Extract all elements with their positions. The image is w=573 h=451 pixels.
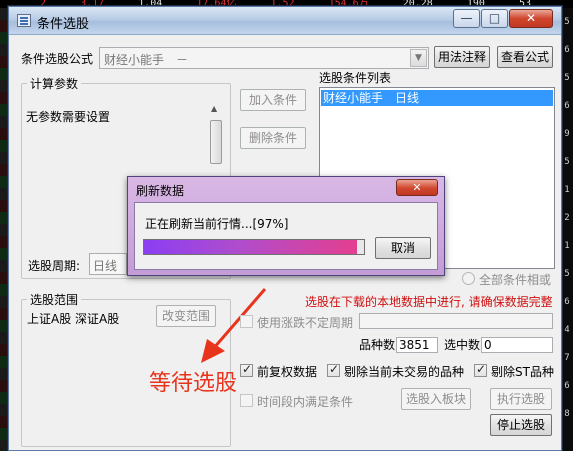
exclude-untraded-label: 剔除当前未交易的品种 bbox=[344, 365, 465, 379]
exclude-untraded-checkbox[interactable] bbox=[327, 362, 340, 377]
stop-selection-button[interactable]: 停止选股 bbox=[490, 414, 552, 436]
list-item[interactable]: 财经小能手 日线 bbox=[321, 90, 553, 106]
progress-fill bbox=[144, 240, 358, 254]
forward-adjusted-checkbox[interactable] bbox=[240, 362, 253, 377]
time-period-checkbox[interactable] bbox=[240, 394, 253, 407]
chevron-down-icon[interactable]: ▼ bbox=[410, 49, 427, 67]
edge-digit: 6 bbox=[564, 297, 570, 307]
uncertain-period-label: 使用涨跌不定周期 bbox=[257, 316, 354, 330]
background-right-edge: 5 6 5 6 9 5 1 2 1 5 6 4 7 6 8 bbox=[561, 8, 573, 451]
range-value: 上证A股 深证A股 bbox=[27, 312, 120, 326]
edge-digit: 5 bbox=[564, 17, 570, 27]
refresh-progress-bar bbox=[143, 239, 365, 255]
edge-digit: 6 bbox=[564, 381, 570, 391]
params-group-title: 计算参数 bbox=[27, 75, 82, 92]
dialog-close-button[interactable]: ✕ bbox=[396, 179, 438, 196]
edge-digit: 5 bbox=[564, 269, 570, 279]
cancel-button[interactable]: 取消 bbox=[375, 237, 431, 259]
edge-digit: 6 bbox=[564, 101, 570, 111]
formula-select-value: 财经小能手 － bbox=[104, 53, 189, 67]
data-notice: 选股在下载的本地数据中进行, 请确保数据完整 bbox=[305, 295, 553, 309]
close-button[interactable]: ✕ bbox=[509, 9, 553, 28]
exclude-st-checkbox[interactable] bbox=[474, 362, 487, 377]
window-controls: — □ ✕ bbox=[452, 9, 553, 29]
add-to-block-button[interactable]: 选股入板块 bbox=[401, 388, 471, 410]
match-any-radio[interactable] bbox=[462, 272, 475, 285]
background-left-edge bbox=[0, 8, 8, 451]
selected-count-value: 0 bbox=[481, 337, 553, 353]
add-condition-button[interactable]: 加入条件 bbox=[240, 89, 306, 111]
annotation-text: 等待选股 bbox=[149, 371, 238, 396]
dialog-title: 刷新数据 bbox=[136, 184, 185, 198]
variety-count-label: 品种数 bbox=[359, 338, 396, 352]
variety-count-value: 3851 bbox=[396, 337, 438, 353]
edge-digit: 4 bbox=[564, 325, 570, 335]
minimize-button[interactable]: — bbox=[453, 9, 480, 28]
match-any-label: 全部条件相或 bbox=[479, 273, 552, 287]
range-group-title: 选股范围 bbox=[27, 291, 82, 308]
refresh-status-text: 正在刷新当前行情...[97%] bbox=[145, 217, 289, 231]
edge-digit: 1 bbox=[564, 185, 570, 195]
formula-select[interactable]: 财经小能手 － ▼ bbox=[99, 47, 429, 69]
scroll-up-icon[interactable]: ▲ bbox=[211, 104, 217, 113]
scroll-thumb[interactable] bbox=[210, 120, 222, 164]
window-title: 条件选股 bbox=[37, 17, 90, 32]
uncertain-period-input[interactable] bbox=[359, 313, 553, 329]
edge-digit: 1 bbox=[564, 241, 570, 251]
view-formula-button[interactable]: 查看公式 bbox=[497, 46, 553, 68]
edge-digit: 7 bbox=[564, 353, 570, 363]
exclude-st-label: 剔除ST品种 bbox=[491, 365, 554, 379]
usage-notes-button[interactable]: 用法注释 bbox=[434, 46, 490, 68]
edge-digit: 8 bbox=[564, 409, 570, 419]
edge-digit: 6 bbox=[564, 45, 570, 55]
params-text: 无参数需要设置 bbox=[26, 110, 111, 124]
period-label: 选股周期: bbox=[28, 259, 81, 273]
forward-adjusted-label: 前复权数据 bbox=[257, 365, 318, 379]
uncertain-period-checkbox[interactable] bbox=[240, 315, 253, 328]
delete-condition-button[interactable]: 删除条件 bbox=[240, 127, 306, 149]
app-window-icon bbox=[17, 14, 31, 27]
period-select[interactable]: 日线 bbox=[89, 253, 127, 275]
edge-digit: 2 bbox=[564, 213, 570, 223]
edge-digit: 5 bbox=[564, 73, 570, 83]
dialog-body: 正在刷新当前行情...[97%] 取消 bbox=[134, 202, 438, 270]
edge-digit: 9 bbox=[564, 129, 570, 139]
refresh-data-dialog: 刷新数据 ✕ 正在刷新当前行情...[97%] 取消 bbox=[127, 176, 445, 276]
edge-digit: 5 bbox=[564, 157, 570, 167]
time-period-label: 时间段内满足条件 bbox=[257, 395, 354, 409]
run-selection-button[interactable]: 执行选股 bbox=[490, 388, 552, 410]
selected-count-label: 选中数 bbox=[444, 338, 481, 352]
conditions-list-title: 选股条件列表 bbox=[319, 71, 392, 85]
formula-label: 条件选股公式 bbox=[21, 52, 94, 66]
maximize-button[interactable]: □ bbox=[481, 9, 508, 28]
title-bar[interactable]: 条件选股 — □ ✕ bbox=[9, 7, 561, 35]
